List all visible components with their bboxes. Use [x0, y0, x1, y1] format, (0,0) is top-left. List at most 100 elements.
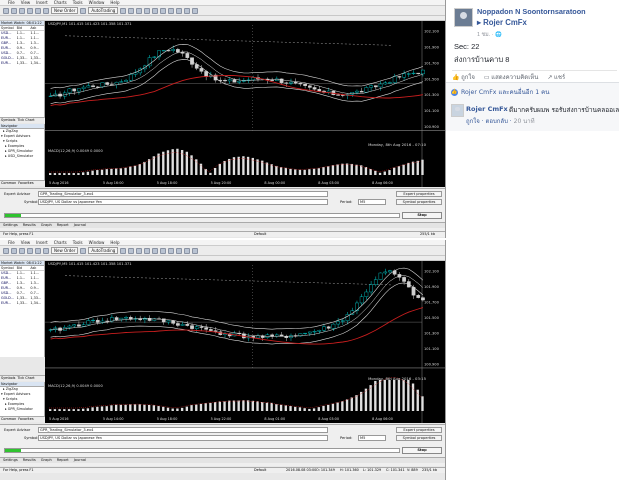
market-watch-row[interactable]: EUR... 1,33... 1,34... [0, 61, 44, 66]
terminal-icon[interactable] [35, 247, 41, 254]
metaeditor-icon[interactable] [80, 7, 87, 14]
tile-icon[interactable] [160, 7, 167, 14]
menu-help[interactable]: Help [110, 240, 119, 245]
new-chart-icon[interactable] [3, 7, 9, 14]
menu-insert[interactable]: Insert [36, 0, 47, 5]
comment-button[interactable]: ▭ แสดงความคิดเห็น [484, 72, 538, 81]
tab-results[interactable]: Results [23, 458, 36, 463]
tab-common[interactable]: Common [1, 417, 16, 422]
symbol-properties-button[interactable]: Symbol properties [396, 199, 442, 205]
line-chart-icon[interactable] [136, 247, 143, 254]
menu-file[interactable]: File [8, 240, 15, 245]
menu-view[interactable]: View [21, 0, 31, 5]
market-watch-icon[interactable] [19, 7, 25, 14]
candle-chart-icon[interactable] [128, 7, 135, 14]
indicators-icon[interactable] [176, 7, 183, 14]
navigator-icon[interactable] [27, 7, 33, 14]
new-order-button[interactable]: New Order [51, 7, 79, 14]
candle-chart-icon[interactable] [128, 247, 135, 254]
menu-charts[interactable]: Charts [54, 240, 67, 245]
col-symbol[interactable]: Symbol [1, 26, 17, 30]
post-target[interactable]: ▸ Rojer CmFx [477, 18, 527, 27]
menu-window[interactable]: Window [89, 0, 105, 5]
new-order-button[interactable]: New Order [51, 247, 79, 254]
navigator-icon[interactable] [27, 247, 33, 254]
comment-like-link[interactable]: ถูกใจ [466, 118, 480, 125]
expert-select[interactable]: GPR_Trading_Simulator_3.ex4 [38, 427, 328, 433]
menu-window[interactable]: Window [89, 240, 105, 245]
terminal-icon[interactable] [35, 7, 41, 14]
new-chart-icon[interactable] [3, 247, 9, 254]
stop-button[interactable]: Stop [402, 447, 442, 454]
period-select[interactable]: M5 [358, 199, 386, 205]
autotrading-button[interactable]: AutoTrading [88, 7, 119, 14]
tab-tick-chart[interactable]: Tick Chart [17, 118, 34, 123]
tab-report[interactable]: Report [57, 223, 69, 228]
periods-icon[interactable] [184, 7, 191, 14]
expert-properties-button[interactable]: Expert properties [396, 427, 442, 433]
periods-icon[interactable] [184, 247, 191, 254]
candlestick-chart[interactable]: 102.100 101.900 101.700 101.500 101.300 101.1… [45, 261, 446, 423]
tile-icon[interactable] [160, 247, 167, 254]
metaeditor-icon[interactable] [80, 247, 87, 254]
author-avatar[interactable] [454, 8, 473, 27]
reactions-summary[interactable]: 👍 Rojer CmFx และคนอื่นอีก 1 คน [451, 87, 550, 97]
price-chart-window[interactable]: 102.100 101.900 101.700 101.500 101.300 101.1… [45, 21, 446, 187]
bar-chart-icon[interactable] [120, 247, 127, 254]
menu-help[interactable]: Help [110, 0, 119, 5]
zoom-in-icon[interactable] [144, 7, 151, 14]
menu-charts[interactable]: Charts [54, 0, 67, 5]
templates-icon[interactable] [192, 247, 199, 254]
col-ask[interactable]: Ask [30, 26, 44, 30]
tab-graph[interactable]: Graph [41, 223, 52, 228]
menu-file[interactable]: File [8, 0, 15, 5]
symbol-properties-button[interactable]: Symbol properties [396, 435, 442, 441]
tester-icon[interactable] [43, 247, 49, 254]
menu-insert[interactable]: Insert [36, 240, 47, 245]
tester-icon[interactable] [43, 7, 49, 14]
bar-chart-icon[interactable] [120, 7, 127, 14]
market-watch-icon[interactable] [19, 247, 25, 254]
tab-symbols[interactable]: Symbols [1, 118, 15, 123]
zoom-out-icon[interactable] [152, 7, 159, 14]
menu-tools[interactable]: Tools [73, 240, 83, 245]
templates-icon[interactable] [192, 7, 199, 14]
menu-view[interactable]: View [21, 240, 31, 245]
profiles-icon[interactable] [11, 247, 17, 254]
stop-button[interactable]: Stop [402, 212, 442, 219]
post-author[interactable]: Noppadon N Soontornsaratoon [477, 7, 586, 16]
tab-common[interactable]: Common [1, 181, 16, 186]
expert-properties-button[interactable]: Expert properties [396, 191, 442, 197]
tab-report[interactable]: Report [57, 458, 69, 463]
symbol-select[interactable]: USDJPY, US Dollar vs Japanese Yen [38, 199, 328, 205]
symbol-select[interactable]: USDJPY, US Dollar vs Japanese Yen [38, 435, 328, 441]
nav-item[interactable]: ▸ GPR_Simulator [0, 407, 44, 412]
indicators-icon[interactable] [176, 247, 183, 254]
col-symbol[interactable]: Symbol [1, 266, 17, 270]
autoscroll-icon[interactable] [168, 7, 175, 14]
nav-item[interactable]: ▸ USD_Simulator [0, 154, 44, 159]
expert-select[interactable]: GPR_Trading_Simulator_3.ex4 [38, 191, 328, 197]
zoom-out-icon[interactable] [152, 247, 159, 254]
price-chart-window[interactable]: 102.100 101.900 101.700 101.500 101.300 101.1… [45, 261, 446, 423]
autotrading-button[interactable]: AutoTrading [88, 247, 119, 254]
col-bid[interactable]: Bid [17, 266, 31, 270]
tab-symbols[interactable]: Symbols [1, 376, 15, 381]
zoom-in-icon[interactable] [144, 247, 151, 254]
tab-journal[interactable]: Journal [74, 458, 86, 463]
comment-author[interactable]: Rojer CmFx [466, 105, 508, 113]
candlestick-chart[interactable]: 102.100 101.900 101.700 101.500 101.300 101.1… [45, 21, 446, 187]
profiles-icon[interactable] [11, 7, 17, 14]
post-time[interactable]: 1 ชม. · 🌐 [477, 31, 502, 39]
tab-favorites[interactable]: Favorites [18, 417, 33, 422]
like-button[interactable]: 👍 ถูกใจ [452, 72, 475, 81]
commenter-avatar[interactable] [451, 104, 464, 117]
tab-settings[interactable]: Settings [3, 458, 18, 463]
line-chart-icon[interactable] [136, 7, 143, 14]
comment-reply-link[interactable]: ตอบกลับ [485, 118, 507, 125]
market-watch-row[interactable]: EUR... 1,33... 1,34... [0, 301, 44, 306]
menu-tools[interactable]: Tools [73, 0, 83, 5]
tab-favorites[interactable]: Favorites [18, 181, 33, 186]
share-button[interactable]: ↗ แชร์ [547, 72, 565, 81]
tab-graph[interactable]: Graph [41, 458, 52, 463]
